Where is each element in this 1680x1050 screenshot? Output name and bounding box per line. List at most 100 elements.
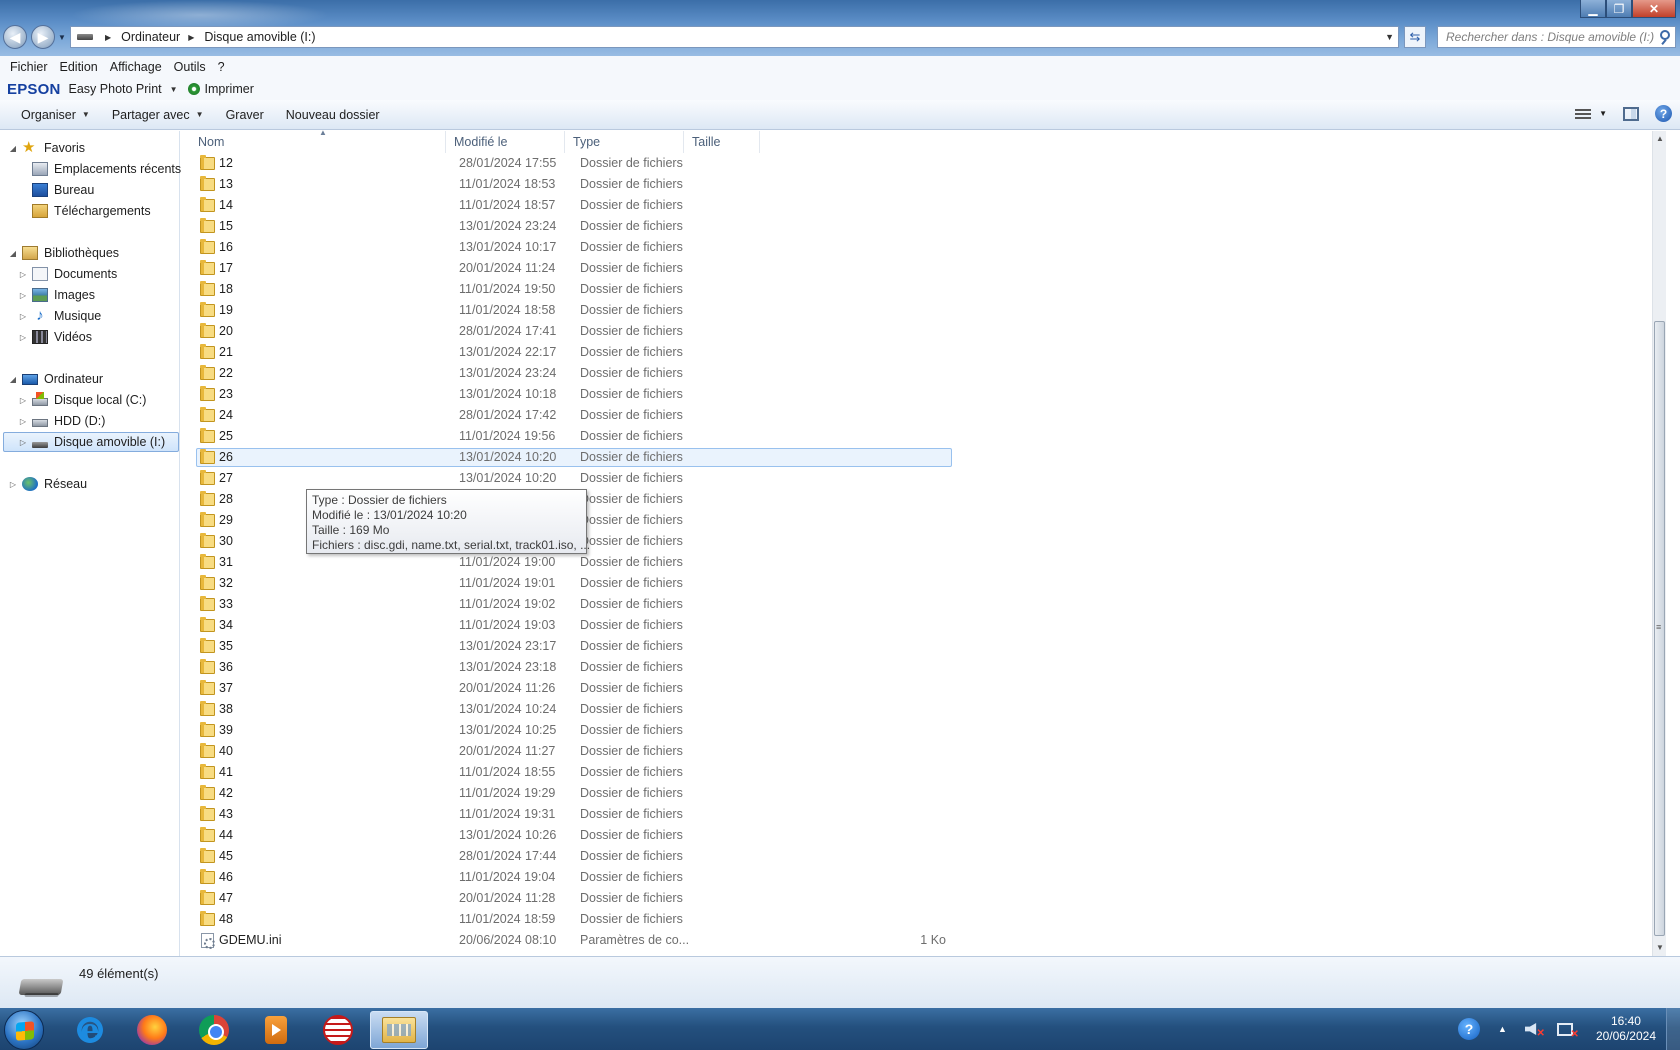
refresh-button[interactable]: ⇆ bbox=[1404, 26, 1426, 48]
file-row[interactable]: 45 28/01/2024 17:44 Dossier de fichiers bbox=[181, 846, 1666, 867]
expand-arrow-icon[interactable]: ◢ bbox=[8, 375, 18, 384]
file-row[interactable]: 35 13/01/2024 23:17 Dossier de fichiers bbox=[181, 636, 1666, 657]
nav-downloads[interactable]: Téléchargements bbox=[18, 201, 196, 221]
collapse-arrow-icon[interactable]: ▷ bbox=[18, 417, 28, 426]
close-button[interactable]: ✕ bbox=[1632, 0, 1676, 18]
expand-arrow-icon[interactable]: ◢ bbox=[8, 249, 18, 258]
menu-file[interactable]: Fichier bbox=[4, 60, 54, 74]
nav-favorites[interactable]: ◢ ★ Favoris bbox=[8, 138, 186, 158]
scrollbar-thumb[interactable] bbox=[1654, 321, 1665, 936]
column-size[interactable]: Taille bbox=[685, 131, 760, 153]
chevron-right-icon[interactable]: ▶ bbox=[188, 33, 194, 42]
nav-documents[interactable]: ▷ Documents bbox=[18, 264, 196, 284]
file-row[interactable]: 13 11/01/2024 18:53 Dossier de fichiers bbox=[181, 174, 1666, 195]
file-row[interactable]: 44 13/01/2024 10:26 Dossier de fichiers bbox=[181, 825, 1666, 846]
new-folder-button[interactable]: Nouveau dossier bbox=[282, 105, 384, 125]
clock[interactable]: 16:40 20/06/2024 bbox=[1596, 1014, 1656, 1044]
nav-local-disk-c[interactable]: ▷ Disque local (C:) bbox=[18, 390, 196, 410]
address-bar[interactable]: ▶ Ordinateur ▶ Disque amovible (I:) ▼ bbox=[70, 26, 1399, 48]
collapse-arrow-icon[interactable]: ▷ bbox=[18, 291, 28, 300]
file-row[interactable]: 18 11/01/2024 19:50 Dossier de fichiers bbox=[181, 279, 1666, 300]
collapse-arrow-icon[interactable]: ▷ bbox=[18, 270, 28, 279]
nav-videos[interactable]: ▷ Vidéos bbox=[18, 327, 196, 347]
taskbar-web-app[interactable] bbox=[310, 1011, 366, 1049]
collapse-arrow-icon[interactable]: ▷ bbox=[8, 480, 18, 489]
collapse-arrow-icon[interactable]: ▷ bbox=[18, 333, 28, 342]
file-row[interactable]: 20 28/01/2024 17:41 Dossier de fichiers bbox=[181, 321, 1666, 342]
file-row[interactable]: 40 20/01/2024 11:27 Dossier de fichiers bbox=[181, 741, 1666, 762]
menu-edit[interactable]: Edition bbox=[54, 60, 104, 74]
file-row[interactable]: 22 13/01/2024 23:24 Dossier de fichiers bbox=[181, 363, 1666, 384]
maximize-button[interactable]: ❐ bbox=[1606, 0, 1632, 18]
file-row[interactable]: 36 13/01/2024 23:18 Dossier de fichiers bbox=[181, 657, 1666, 678]
file-row[interactable]: 14 11/01/2024 18:57 Dossier de fichiers bbox=[181, 195, 1666, 216]
taskbar-media-player[interactable] bbox=[248, 1011, 304, 1049]
nav-libraries[interactable]: ◢ Bibliothèques bbox=[8, 243, 186, 263]
file-row[interactable]: 43 11/01/2024 19:31 Dossier de fichiers bbox=[181, 804, 1666, 825]
file-row[interactable]: 33 11/01/2024 19:02 Dossier de fichiers bbox=[181, 594, 1666, 615]
file-row[interactable]: 19 11/01/2024 18:58 Dossier de fichiers bbox=[181, 300, 1666, 321]
nav-network[interactable]: ▷ Réseau bbox=[8, 474, 186, 494]
show-desktop-button[interactable] bbox=[1666, 1008, 1680, 1050]
menu-view[interactable]: Affichage bbox=[104, 60, 168, 74]
nav-recent-places[interactable]: Emplacements récents bbox=[18, 159, 196, 179]
scroll-up-arrow-icon[interactable]: ▲ bbox=[1653, 131, 1667, 147]
forward-button[interactable]: ▶ bbox=[31, 25, 55, 49]
menu-help[interactable]: ? bbox=[212, 60, 231, 74]
volume-muted-icon[interactable]: ✕ bbox=[1524, 1023, 1545, 1039]
search-input[interactable]: Rechercher dans : Disque amovible (I:) bbox=[1437, 26, 1676, 48]
file-row[interactable]: GDEMU.ini 20/06/2024 08:10 Paramètres de c… bbox=[181, 930, 1666, 951]
recent-pages-dropdown[interactable]: ▼ bbox=[58, 33, 66, 42]
file-row[interactable]: 23 13/01/2024 10:18 Dossier de fichiers bbox=[181, 384, 1666, 405]
organize-button[interactable]: Organiser ▼ bbox=[17, 105, 94, 125]
file-row[interactable]: 38 13/01/2024 10:24 Dossier de fichiers bbox=[181, 699, 1666, 720]
file-row[interactable]: 25 11/01/2024 19:56 Dossier de fichiers bbox=[181, 426, 1666, 447]
easy-photo-print-button[interactable]: Easy Photo Print bbox=[69, 82, 162, 96]
chevron-down-icon[interactable]: ▼ bbox=[1599, 109, 1607, 118]
taskbar-firefox[interactable] bbox=[124, 1011, 180, 1049]
print-button[interactable]: Imprimer bbox=[205, 82, 254, 96]
file-row[interactable]: 15 13/01/2024 23:24 Dossier de fichiers bbox=[181, 216, 1666, 237]
nav-computer[interactable]: ◢ Ordinateur bbox=[8, 369, 186, 389]
file-row[interactable]: 48 11/01/2024 18:59 Dossier de fichiers bbox=[181, 909, 1666, 930]
file-row[interactable]: 31 11/01/2024 19:00 Dossier de fichiers bbox=[181, 552, 1666, 573]
share-with-button[interactable]: Partager avec ▼ bbox=[108, 105, 208, 125]
file-row[interactable]: 41 11/01/2024 18:55 Dossier de fichiers bbox=[181, 762, 1666, 783]
taskbar-windows-explorer[interactable] bbox=[370, 1011, 428, 1049]
file-row[interactable]: 24 28/01/2024 17:42 Dossier de fichiers bbox=[181, 405, 1666, 426]
column-type[interactable]: Type bbox=[566, 131, 684, 153]
file-row[interactable]: 17 20/01/2024 11:24 Dossier de fichiers bbox=[181, 258, 1666, 279]
change-view-button[interactable]: ▼ bbox=[1575, 108, 1607, 119]
scroll-down-arrow-icon[interactable]: ▼ bbox=[1653, 940, 1667, 956]
collapse-arrow-icon[interactable]: ▷ bbox=[18, 312, 28, 321]
search-icon[interactable] bbox=[1660, 30, 1670, 40]
breadcrumb-computer[interactable]: Ordinateur bbox=[119, 30, 182, 44]
column-modified[interactable]: Modifié le bbox=[447, 131, 565, 153]
taskbar-chrome[interactable] bbox=[186, 1011, 242, 1049]
chevron-down-icon[interactable]: ▼ bbox=[170, 85, 178, 94]
file-row[interactable]: 12 28/01/2024 17:55 Dossier de fichiers bbox=[181, 153, 1666, 174]
menu-tools[interactable]: Outils bbox=[168, 60, 212, 74]
file-row[interactable]: 26 13/01/2024 10:20 Dossier de fichiers bbox=[181, 447, 1666, 468]
minimize-button[interactable]: ▁ bbox=[1580, 0, 1606, 18]
help-support-icon[interactable]: ? bbox=[1458, 1018, 1481, 1040]
nav-hdd-d[interactable]: ▷ HDD (D:) bbox=[18, 411, 196, 431]
file-row[interactable]: 27 13/01/2024 10:20 Dossier de fichiers bbox=[181, 468, 1666, 489]
vertical-scrollbar[interactable]: ▲ ▼ bbox=[1652, 131, 1666, 956]
start-button[interactable] bbox=[4, 1010, 44, 1050]
breadcrumb-removable-disk[interactable]: Disque amovible (I:) bbox=[202, 30, 317, 44]
nav-music[interactable]: ▷ ♪ Musique bbox=[18, 306, 196, 326]
file-row[interactable]: 42 11/01/2024 19:29 Dossier de fichiers bbox=[181, 783, 1666, 804]
file-row[interactable]: 37 20/01/2024 11:26 Dossier de fichiers bbox=[181, 678, 1666, 699]
file-row[interactable]: 32 11/01/2024 19:01 Dossier de fichiers bbox=[181, 573, 1666, 594]
file-row[interactable]: 46 11/01/2024 19:04 Dossier de fichiers bbox=[181, 867, 1666, 888]
nav-images[interactable]: ▷ Images bbox=[18, 285, 196, 305]
expand-arrow-icon[interactable]: ◢ bbox=[8, 144, 18, 153]
taskbar-internet-explorer[interactable]: e bbox=[62, 1011, 118, 1049]
nav-desktop[interactable]: Bureau bbox=[18, 180, 196, 200]
file-row[interactable]: 39 13/01/2024 10:25 Dossier de fichiers bbox=[181, 720, 1666, 741]
collapse-arrow-icon[interactable]: ▷ bbox=[18, 396, 28, 405]
file-row[interactable]: 21 13/01/2024 22:17 Dossier de fichiers bbox=[181, 342, 1666, 363]
burn-button[interactable]: Graver bbox=[222, 105, 268, 125]
collapse-arrow-icon[interactable]: ▷ bbox=[18, 438, 28, 447]
